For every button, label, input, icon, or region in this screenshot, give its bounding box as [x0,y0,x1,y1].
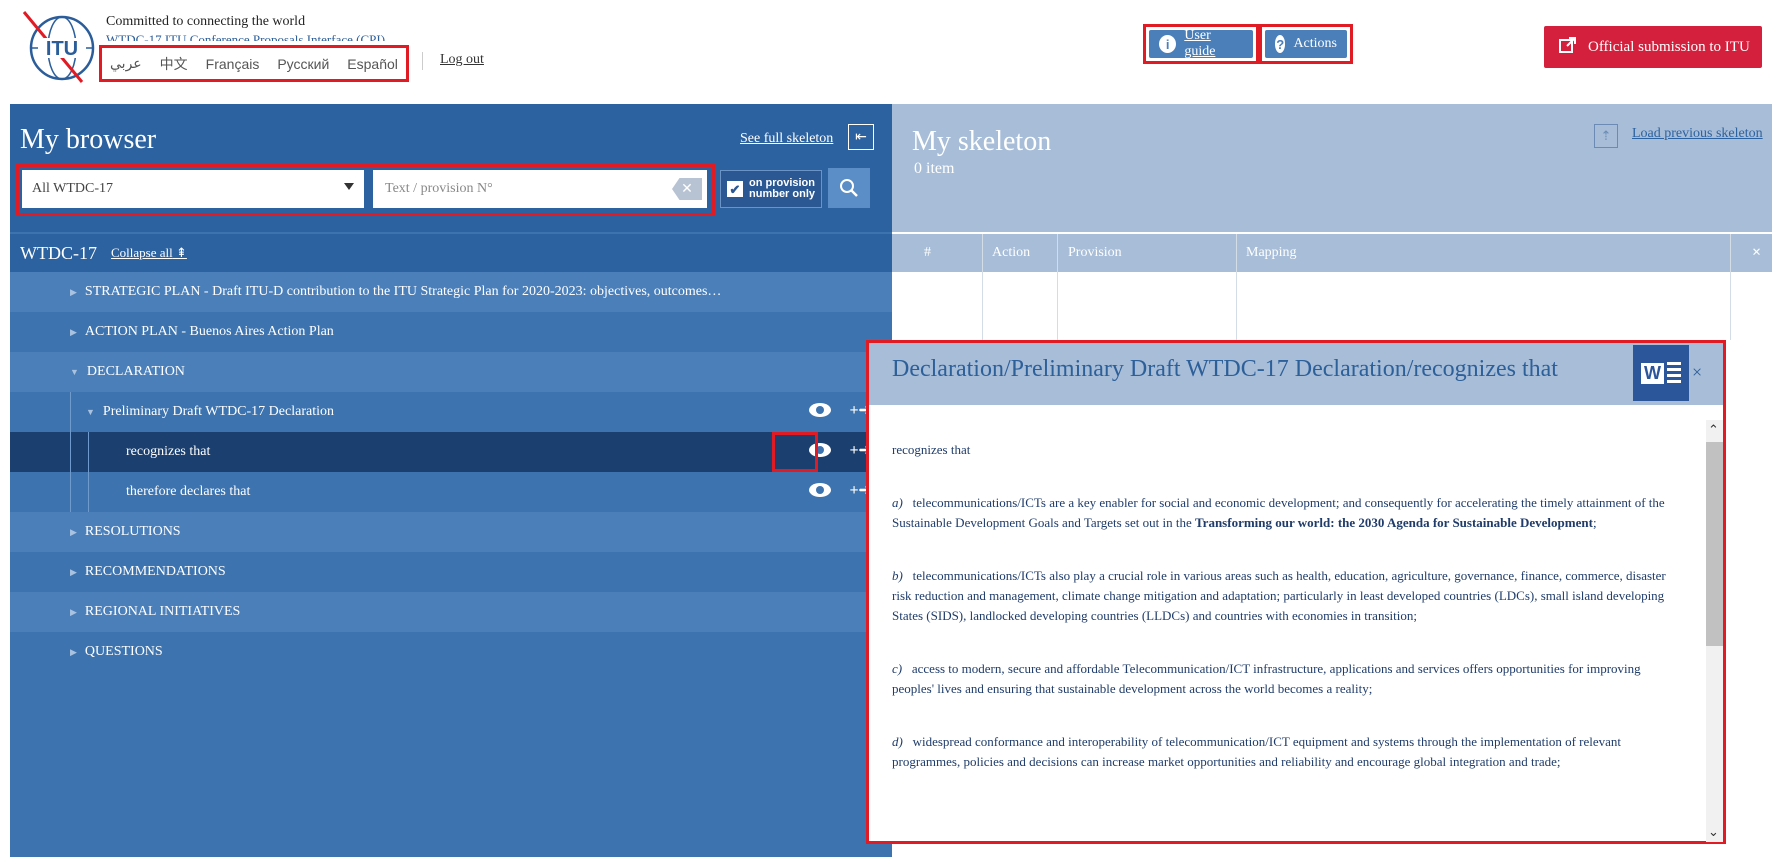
tree-guide-line [88,432,89,512]
info-icon: i [1159,35,1177,53]
scope-value: All WTDC-17 [32,181,114,196]
user-guide-label: User guide [1184,28,1216,59]
skeleton-header [892,104,1772,232]
expand-icon: ▶ [70,646,77,657]
tree-item-regional-initiatives[interactable]: ▶ REGIONAL INITIATIVES [10,592,892,632]
provision-number-only-checkbox[interactable]: ✔ on provision number only [720,170,822,208]
search-button[interactable] [828,168,870,208]
clause-c: c) access to modern, secure and affordab… [892,661,1641,696]
help-icon: ? [1275,35,1286,53]
tree-title: WTDC-17 [20,242,97,263]
expand-skeleton-icon[interactable]: ⇤ [848,124,874,150]
lang-russian[interactable]: Русский [277,56,329,72]
popup-close-icon[interactable]: × [1692,362,1702,383]
scroll-up-icon[interactable]: ⌃ [1708,422,1719,438]
tree-item-strategic-plan[interactable]: ▶ STRATEGIC PLAN - Draft ITU-D contributi… [10,272,892,312]
collapse-all-link[interactable]: Collapse all ⇞ [111,245,187,261]
col-action: Action [992,245,1031,260]
load-previous-skeleton-link[interactable]: Load previous skeleton [1632,126,1763,142]
column-divider [1236,234,1237,340]
option-label: on provision number only [749,177,816,200]
col-mapping: Mapping [1246,245,1297,260]
browser-title: My browser [20,124,157,155]
tree-item-declaration[interactable]: ▼ DECLARATION [10,352,892,392]
popup-content: recognizes that a) telecommunications/IC… [892,440,1682,805]
scroll-down-icon[interactable]: ⌄ [1708,824,1719,840]
tree-guide-line [70,392,71,512]
clause-b: b) telecommunications/ICTs also play a c… [892,568,1666,623]
actions-button[interactable]: ? Actions [1259,24,1353,64]
scope-select[interactable]: All WTDC-17 [22,170,364,208]
collapse-icon: ▼ [70,367,79,377]
tree-item-preliminary-draft[interactable]: ▼ Preliminary Draft WTDC-17 Declaration +… [10,392,892,432]
expand-icon: ▶ [70,326,77,337]
lang-arabic[interactable]: عربي [110,55,142,72]
column-divider [1057,234,1058,340]
site-subtitle: WTDC-17 ITU Conference Proposals Interfa… [106,32,386,41]
svg-text:ITU: ITU [46,38,78,60]
language-selector: عربي 中文 Français Русский Español [99,45,409,82]
tree-item-therefore-declares-that[interactable]: therefore declares that +➜ [10,472,892,512]
view-icon[interactable] [809,403,832,417]
expand-icon: ▶ [70,566,77,577]
official-submission-label: Official submission to ITU [1588,38,1750,55]
external-link-icon [1558,35,1578,60]
divider [422,52,423,70]
chevron-down-icon [344,183,354,190]
view-icon[interactable] [809,483,832,497]
view-highlight [772,432,818,472]
see-full-skeleton-link[interactable]: See full skeleton [740,131,833,147]
checkbox-checked-icon: ✔ [727,181,743,197]
tree-item-recommendations[interactable]: ▶ RECOMMENDATIONS [10,552,892,592]
tagline: Committed to connecting the world [106,14,306,29]
close-icon[interactable]: × [1752,234,1761,272]
popup-scrollbar[interactable]: ⌃ ⌄ [1706,420,1723,842]
actions-label: Actions [1293,36,1337,51]
lang-spanish[interactable]: Español [347,56,398,72]
intro-text: recognizes that [892,442,971,457]
tree-header: WTDC-17 Collapse all ⇞ [10,234,892,272]
search-input[interactable]: Text / provision N° [373,170,707,208]
upload-icon[interactable]: ⇡ [1594,124,1618,148]
skeleton-count: 0 item [914,160,955,177]
itu-logo[interactable]: ITU [22,8,100,86]
expand-icon: ▶ [70,286,77,297]
column-divider [1730,234,1731,340]
popup-title: Declaration/Preliminary Draft WTDC-17 De… [892,356,1558,382]
user-guide-button[interactable]: i User guide [1143,24,1259,64]
logout-link[interactable]: Log out [440,52,484,68]
col-provision: Provision [1068,245,1122,260]
lang-french[interactable]: Français [206,56,260,72]
tree-item-resolutions[interactable]: ▶RESOLUTIONS AD [10,512,892,552]
tree-item-questions[interactable]: ▶QUESTIONS AD [10,632,892,672]
search-icon [840,179,858,197]
official-submission-button[interactable]: Official submission to ITU [1544,26,1762,68]
tree-item-recognizes-that[interactable]: recognizes that +➜ [10,432,892,472]
skeleton-title: My skeleton [912,126,1052,157]
skeleton-table-header: # Action Provision Mapping × [892,234,1772,272]
col-number: # [924,245,931,260]
clause-a: a) telecommunications/ICTs are a key ena… [892,495,1665,530]
expand-icon: ▶ [70,606,77,617]
column-divider [982,234,983,340]
collapse-icon: ▼ [86,407,95,417]
search-placeholder: Text / provision N° [385,181,493,196]
expand-icon: ▶ [70,526,77,537]
clause-d: d) widespread conformance and interopera… [892,734,1622,769]
word-export-icon[interactable]: W [1633,345,1689,401]
lang-chinese[interactable]: 中文 [160,54,188,74]
scroll-thumb[interactable] [1706,442,1723,646]
tree-item-action-plan[interactable]: ▶ ACTION PLAN - Buenos Aires Action Plan [10,312,892,352]
